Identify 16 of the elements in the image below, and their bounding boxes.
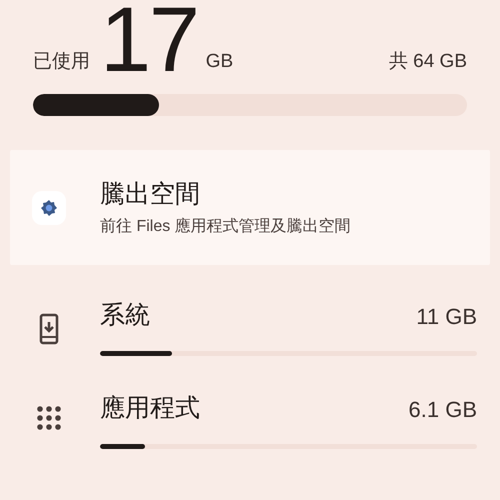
category-size: 6.1 GB: [408, 396, 477, 424]
used-label: 已使用: [33, 50, 90, 74]
storage-category-row[interactable]: 應用程式 6.1 GB: [0, 392, 500, 449]
free-up-subtitle: 前往 Files 應用程式管理及騰出空間: [100, 216, 351, 236]
phone-download-icon: [39, 313, 59, 345]
free-up-card[interactable]: 騰出空間 前往 Files 應用程式管理及騰出空間: [10, 150, 490, 265]
used-amount: 17: [100, 0, 198, 80]
category-name: 系統: [100, 300, 150, 332]
gear-icon: [41, 200, 57, 216]
used-unit: GB: [206, 50, 234, 74]
total-capacity: 共 64 GB: [388, 50, 467, 74]
category-size: 11 GB: [416, 302, 477, 330]
category-name: 應用程式: [100, 393, 200, 424]
storage-category-row[interactable]: 系統 11 GB: [0, 299, 500, 356]
free-up-title: 騰出空間: [100, 178, 201, 210]
grid-icon: [37, 406, 61, 430]
